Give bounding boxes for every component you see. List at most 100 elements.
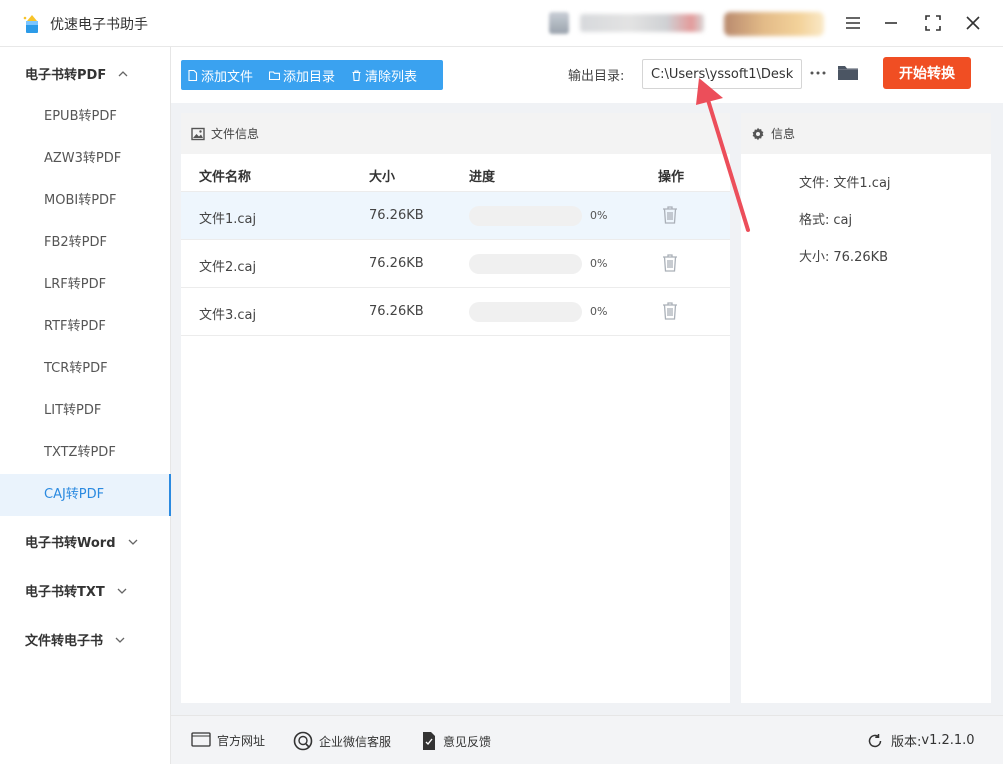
info-format-row: 格式: caj bbox=[799, 209, 852, 228]
delete-trash-icon[interactable] bbox=[661, 301, 679, 321]
delete-trash-icon[interactable] bbox=[661, 205, 679, 225]
info-size-label: 大小: bbox=[799, 250, 830, 265]
minimize-icon bbox=[885, 22, 897, 24]
website-icon bbox=[191, 732, 211, 747]
maximize-icon bbox=[925, 15, 941, 31]
open-folder-icon[interactable] bbox=[837, 61, 859, 83]
trash-icon bbox=[352, 69, 361, 81]
col-header-action: 操作 bbox=[658, 170, 685, 185]
sidebar-group-file-to-ebook[interactable]: 文件转电子书 bbox=[25, 630, 125, 649]
info-size-row: 大小: 76.26KB bbox=[799, 246, 888, 265]
sidebar-group-ebook-to-word[interactable]: 电子书转Word bbox=[25, 532, 138, 551]
sidebar-item-rtf-to-pdf[interactable]: RTF转PDF bbox=[0, 306, 171, 348]
app-logo-icon bbox=[23, 15, 38, 33]
output-dir-label: 输出目录: bbox=[568, 69, 625, 84]
file-button-group: 添加文件 添加目录 清除列表 bbox=[181, 60, 443, 90]
info-panel-title: 信息 bbox=[771, 127, 796, 141]
progress-text: 0% bbox=[590, 257, 608, 270]
feedback-label: 意见反馈 bbox=[443, 734, 492, 749]
progress-bar bbox=[469, 206, 582, 226]
info-format-value: caj bbox=[833, 213, 853, 228]
add-directory-button[interactable]: 添加目录 bbox=[269, 66, 335, 85]
website-link[interactable]: 官方网址 bbox=[191, 731, 265, 749]
file-panel-title: 文件信息 bbox=[211, 127, 260, 141]
clear-list-label: 清除列表 bbox=[365, 69, 418, 85]
start-convert-button[interactable]: 开始转换 bbox=[883, 57, 971, 89]
progress-bar bbox=[469, 302, 582, 322]
footer: 官方网址 企业微信客服 意见反馈 版本: v1.2.1.0 bbox=[171, 715, 1003, 764]
sidebar-item-lrf-to-pdf[interactable]: LRF转PDF bbox=[0, 264, 171, 306]
sidebar-group-ebook-to-txt[interactable]: 电子书转TXT bbox=[25, 581, 127, 600]
sidebar-group-label: 电子书转Word bbox=[25, 536, 116, 551]
file-size: 76.26KB bbox=[369, 256, 424, 271]
sidebar-item-tcr-to-pdf[interactable]: TCR转PDF bbox=[0, 348, 171, 390]
blurred-vip-badge bbox=[724, 12, 824, 36]
table-header: 文件名称 大小 进度 操作 bbox=[181, 154, 730, 192]
delete-trash-icon[interactable] bbox=[661, 253, 679, 273]
sidebar-item-fb2-to-pdf[interactable]: FB2转PDF bbox=[0, 222, 171, 264]
file-size: 76.26KB bbox=[369, 208, 424, 223]
sidebar: 电子书转PDF EPUB转PDF AZW3转PDF MOBI转PDF FB2转P… bbox=[0, 47, 171, 764]
table-row[interactable]: 文件1.caj 76.26KB 0% bbox=[181, 192, 730, 240]
table-row[interactable]: 文件2.caj 76.26KB 0% bbox=[181, 240, 730, 288]
info-size-value: 76.26KB bbox=[833, 250, 889, 265]
feedback-link[interactable]: 意见反馈 bbox=[421, 731, 491, 751]
add-directory-label: 添加目录 bbox=[283, 69, 336, 85]
title-bar: 优速电子书助手 bbox=[0, 0, 1003, 47]
hamburger-icon bbox=[846, 17, 860, 29]
sidebar-group-label: 文件转电子书 bbox=[25, 634, 104, 649]
more-dots-icon bbox=[810, 71, 826, 75]
sidebar-group-ebook-to-pdf[interactable]: 电子书转PDF bbox=[25, 64, 128, 83]
wechat-icon bbox=[293, 731, 313, 751]
sidebar-item-azw3-to-pdf[interactable]: AZW3转PDF bbox=[0, 138, 171, 180]
table-row[interactable]: 文件3.caj 76.26KB 0% bbox=[181, 288, 730, 336]
sidebar-item-epub-to-pdf[interactable]: EPUB转PDF bbox=[0, 96, 171, 138]
add-file-button[interactable]: 添加文件 bbox=[187, 66, 253, 85]
sidebar-group-label: 电子书转PDF bbox=[25, 68, 107, 83]
toolbar: 添加文件 添加目录 清除列表 输出目录: 开始转换 bbox=[171, 47, 1003, 103]
close-icon bbox=[966, 16, 980, 30]
col-header-progress: 进度 bbox=[469, 170, 496, 185]
add-file-label: 添加文件 bbox=[201, 69, 254, 85]
output-dir-input[interactable] bbox=[642, 59, 802, 89]
version-info[interactable]: 版本: v1.2.1.0 bbox=[867, 731, 975, 750]
browse-more-button[interactable] bbox=[808, 63, 828, 83]
chevron-up-icon bbox=[118, 70, 128, 76]
menu-button[interactable] bbox=[841, 11, 865, 35]
file-name: 文件2.caj bbox=[199, 260, 257, 275]
file-panel: 文件信息 文件名称 大小 进度 操作 文件1.caj 76.26KB 0% 文件… bbox=[181, 113, 730, 703]
file-panel-header: 文件信息 bbox=[181, 113, 730, 154]
sidebar-item-mobi-to-pdf[interactable]: MOBI转PDF bbox=[0, 180, 171, 222]
file-name: 文件3.caj bbox=[199, 308, 257, 323]
file-icon bbox=[188, 69, 198, 81]
website-label: 官方网址 bbox=[217, 733, 266, 748]
sidebar-item-lit-to-pdf[interactable]: LIT转PDF bbox=[0, 390, 171, 432]
clear-list-button[interactable]: 清除列表 bbox=[351, 66, 417, 85]
version-value: v1.2.1.0 bbox=[921, 733, 975, 748]
feedback-icon bbox=[423, 732, 435, 750]
blurred-account-info bbox=[580, 14, 704, 32]
minimize-button[interactable] bbox=[879, 11, 903, 35]
chevron-down-icon bbox=[128, 539, 137, 545]
col-header-size: 大小 bbox=[369, 170, 396, 185]
chevron-down-icon bbox=[115, 637, 125, 643]
folder-icon bbox=[269, 70, 281, 80]
refresh-icon bbox=[868, 733, 882, 747]
version-label: 版本: bbox=[891, 735, 922, 750]
progress-bar bbox=[469, 254, 582, 274]
maximize-button[interactable] bbox=[921, 11, 945, 35]
info-panel: 信息 文件: 文件1.caj 格式: caj 大小: 76.26KB bbox=[741, 113, 991, 703]
info-file-row: 文件: 文件1.caj bbox=[799, 172, 891, 191]
wechat-service-link[interactable]: 企业微信客服 bbox=[293, 731, 391, 751]
file-size: 76.26KB bbox=[369, 304, 424, 319]
sidebar-item-txtz-to-pdf[interactable]: TXTZ转PDF bbox=[0, 432, 171, 474]
sidebar-group-label: 电子书转TXT bbox=[25, 585, 105, 600]
app-title: 优速电子书助手 bbox=[50, 17, 148, 33]
wechat-service-label: 企业微信客服 bbox=[319, 734, 392, 749]
progress-text: 0% bbox=[590, 209, 608, 222]
close-button[interactable] bbox=[961, 11, 985, 35]
sidebar-item-caj-to-pdf[interactable]: CAJ转PDF bbox=[0, 474, 171, 516]
col-header-name: 文件名称 bbox=[199, 170, 252, 185]
info-file-value: 文件1.caj bbox=[833, 176, 891, 191]
image-icon bbox=[191, 127, 205, 140]
